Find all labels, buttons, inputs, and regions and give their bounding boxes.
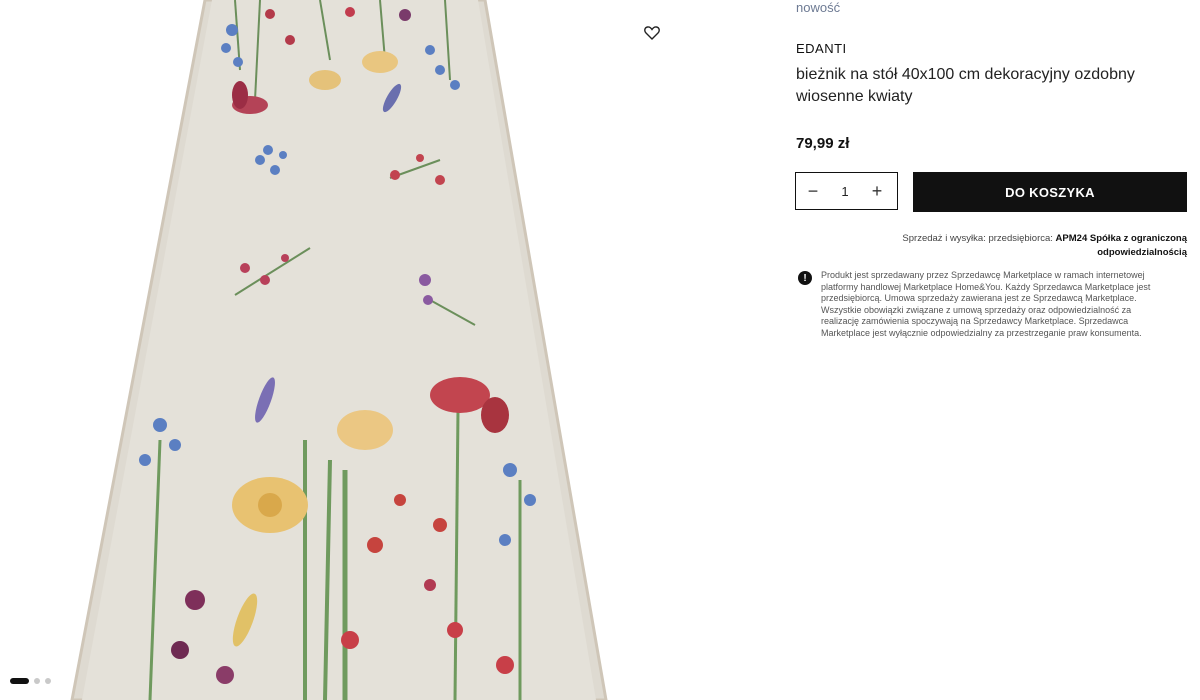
exclamation-icon: ! [798, 271, 812, 285]
quantity-input[interactable] [830, 183, 860, 199]
new-badge: nowość [796, 0, 841, 15]
add-to-cart-button[interactable]: DO KOSZYKA [913, 172, 1187, 212]
product-gallery [0, 0, 680, 700]
floral-table-runner-image[interactable] [0, 0, 680, 700]
pagination-dot-3[interactable] [45, 678, 51, 684]
marketplace-notice: ! Produkt jest sprzedawany przez Sprzeda… [798, 270, 1188, 340]
decrement-button[interactable]: − [796, 173, 830, 209]
heart-icon [644, 26, 660, 40]
quantity-stepper: − + [795, 172, 898, 210]
brand-name[interactable]: EDANTI [796, 41, 847, 56]
wishlist-button[interactable] [644, 26, 668, 50]
product-title: bieżnik na stół 40x100 cm dekoracyjny oz… [796, 66, 1135, 105]
gallery-pagination [10, 678, 51, 684]
pagination-dot-2[interactable] [34, 678, 40, 684]
seller-name[interactable]: APM24 Spółka z ograniczoną odpowiedzialn… [1056, 233, 1187, 258]
pagination-dot-1[interactable] [10, 678, 29, 684]
notice-text: Produkt jest sprzedawany przez Sprzedawc… [821, 270, 1151, 338]
seller-info: Sprzedaż i wysyłka: przedsiębiorca: APM2… [820, 232, 1187, 260]
seller-prefix: Sprzedaż i wysyłka: przedsiębiorca: [902, 233, 1053, 244]
increment-button[interactable]: + [860, 173, 894, 209]
product-price: 79,99 zł [796, 135, 850, 152]
